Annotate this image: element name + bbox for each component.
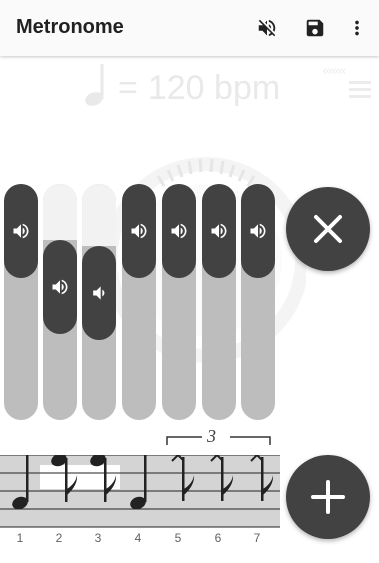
volume-up-icon xyxy=(131,223,147,239)
volume-slider-beat-7[interactable] xyxy=(241,184,275,420)
quarter-note-icon xyxy=(84,62,108,115)
tempo-display[interactable]: = 120 bpm xyxy=(84,58,280,118)
volume-thumb[interactable] xyxy=(241,184,275,278)
rhythm-staff[interactable] xyxy=(0,455,300,530)
volume-slider-beat-6[interactable] xyxy=(202,184,236,420)
save-icon[interactable] xyxy=(299,12,331,44)
beat-number-6: 6 xyxy=(214,531,222,545)
volume-slider-beat-2[interactable] xyxy=(43,184,77,420)
tempo-equals: = xyxy=(118,68,138,107)
app-title: Metronome xyxy=(16,16,124,38)
more-vert-icon[interactable] xyxy=(341,12,373,44)
volume-thumb[interactable] xyxy=(162,184,196,278)
volume-off-icon[interactable] xyxy=(251,12,283,44)
volume-thumb[interactable] xyxy=(82,246,116,340)
chevrons-left-icon: ‹‹‹‹‹‹‹ xyxy=(322,64,346,79)
volume-up-icon xyxy=(211,223,227,239)
volume-thumb[interactable] xyxy=(122,184,156,278)
beat-number-7: 7 xyxy=(253,531,261,545)
add-beat-button[interactable] xyxy=(286,455,370,539)
volume-up-icon xyxy=(13,223,29,239)
beat-number-4: 4 xyxy=(134,531,142,545)
beat-number-2: 2 xyxy=(55,531,63,545)
volume-slider-beat-3[interactable] xyxy=(82,184,116,420)
remove-beat-button[interactable] xyxy=(286,187,370,271)
app-bar: Metronome xyxy=(0,0,379,56)
volume-down-icon xyxy=(93,286,105,300)
triplet-bracket xyxy=(166,436,271,445)
close-icon xyxy=(314,215,342,243)
volume-thumb[interactable] xyxy=(202,184,236,278)
volume-slider-beat-5[interactable] xyxy=(162,184,196,420)
volume-thumb[interactable] xyxy=(4,184,38,278)
beat-number-3: 3 xyxy=(94,531,102,545)
beat-number-1: 1 xyxy=(16,531,24,545)
volume-slider-beat-4[interactable] xyxy=(122,184,156,420)
volume-up-icon xyxy=(250,223,266,239)
volume-up-icon xyxy=(52,279,68,295)
volume-slider-beat-1[interactable] xyxy=(4,184,38,420)
triplet-label: 3 xyxy=(207,426,216,446)
plus-icon xyxy=(311,480,345,514)
volume-up-icon xyxy=(171,223,187,239)
beat-number-5: 5 xyxy=(174,531,182,545)
list-icon[interactable] xyxy=(349,80,371,105)
tempo-value: 120 bpm xyxy=(147,68,281,107)
volume-thumb[interactable] xyxy=(43,240,77,334)
